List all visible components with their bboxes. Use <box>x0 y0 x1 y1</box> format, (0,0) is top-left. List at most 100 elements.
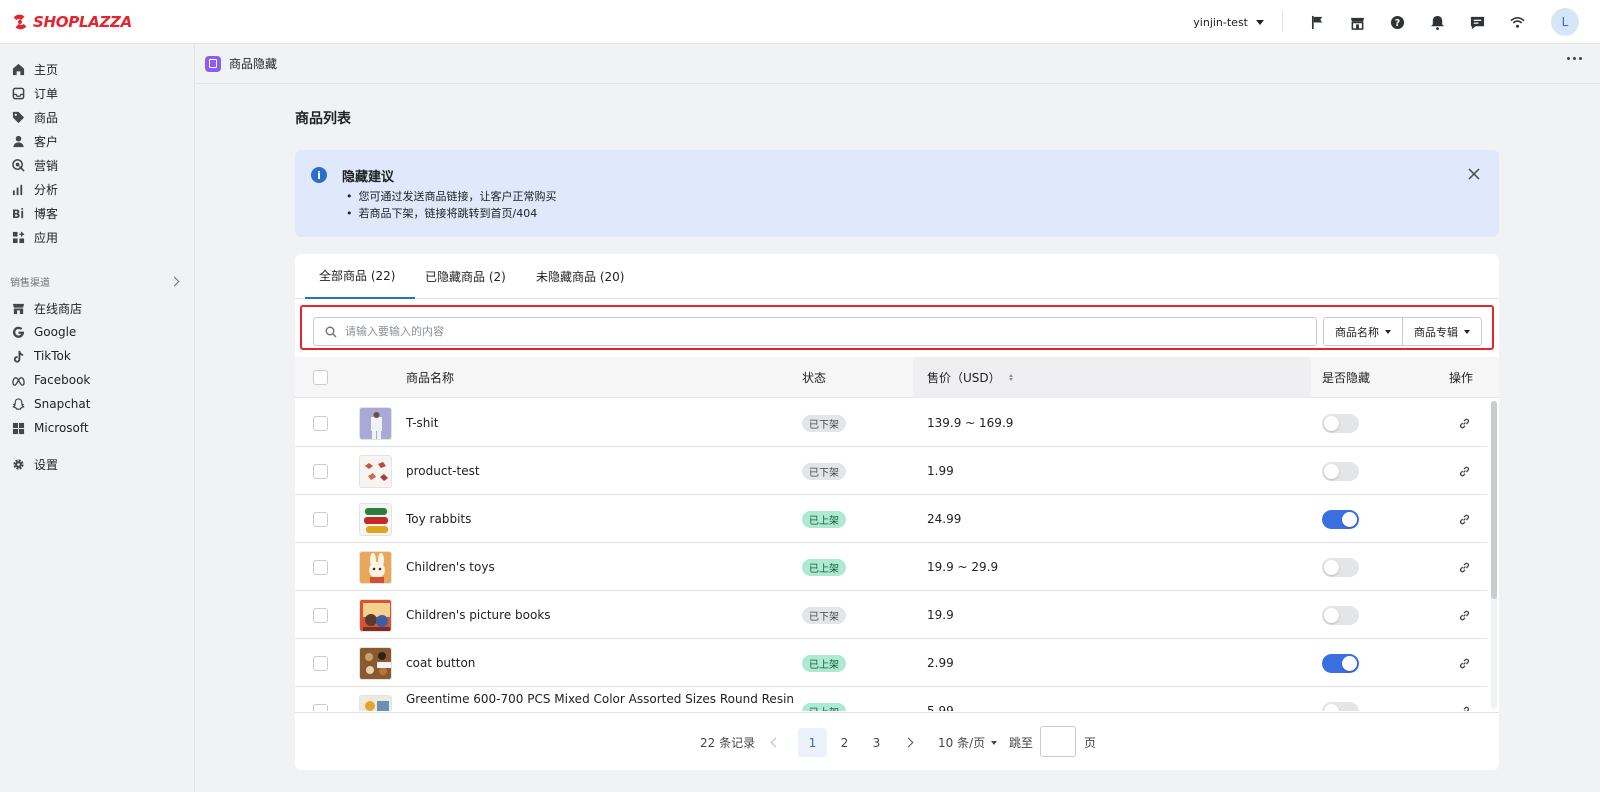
info-icon: i <box>311 167 327 183</box>
chevron-left-icon <box>770 737 781 748</box>
hide-toggle[interactable] <box>1322 461 1359 481</box>
row-checkbox[interactable] <box>313 639 328 687</box>
sidebar-item-analytics[interactable]: 分析 <box>0 177 194 201</box>
product-name[interactable]: Children's picture books <box>406 591 551 639</box>
page-header-title: 商品隐藏 <box>229 57 278 71</box>
search-input[interactable] <box>345 325 1247 338</box>
sidebar-item-products[interactable]: 商品 <box>0 105 194 129</box>
table-row: coat button 已上架 2.99 <box>295 639 1487 687</box>
sidebar-item-customers[interactable]: 客户 <box>0 129 194 153</box>
row-checkbox[interactable] <box>313 447 328 495</box>
help-icon[interactable]: ? <box>1377 0 1417 44</box>
row-checkbox[interactable] <box>313 591 328 639</box>
sidebar-item-google[interactable]: Google <box>0 320 194 344</box>
table-row: Children's picture books 已下架 19.9 <box>295 591 1487 639</box>
hide-toggle[interactable] <box>1322 557 1359 577</box>
tab-hidden-products[interactable]: 已隐藏商品 (2) <box>425 254 506 299</box>
sidebar-item-settings[interactable]: 设置 <box>0 452 194 476</box>
sales-channels-header[interactable]: 销售渠道 <box>0 270 194 292</box>
sidebar-item-orders[interactable]: 订单 <box>0 81 194 105</box>
row-checkbox[interactable] <box>313 399 328 447</box>
product-price: 24.99 <box>927 512 962 526</box>
more-options-icon[interactable] <box>1567 57 1582 60</box>
shoplazza-logo[interactable]: SHOPLAZZA <box>11 13 132 31</box>
sidebar-item-marketing[interactable]: 营销 <box>0 153 194 177</box>
link-icon[interactable] <box>1458 657 1471 670</box>
svg-text:B: B <box>12 208 20 220</box>
product-name[interactable]: Toy rabbits <box>406 495 471 543</box>
page-2[interactable]: 2 <box>830 728 859 757</box>
store-icon <box>12 303 25 314</box>
link-icon[interactable] <box>1458 513 1471 526</box>
tag-icon <box>12 111 25 123</box>
sidebar-item-microsoft[interactable]: Microsoft <box>0 416 194 440</box>
sidebar-item-tiktok[interactable]: TikTok <box>0 344 194 368</box>
store-switcher[interactable]: yinjin-test <box>1193 16 1264 29</box>
product-price: 2.99 <box>927 656 954 670</box>
tab-visible-products[interactable]: 未隐藏商品 (20) <box>536 254 624 299</box>
page-3[interactable]: 3 <box>862 728 891 757</box>
tiktok-icon <box>13 350 24 363</box>
store-icon[interactable] <box>1337 0 1377 44</box>
collection-filter[interactable]: 商品专辑 <box>1402 317 1482 346</box>
svg-text:?: ? <box>1394 17 1399 28</box>
wifi-icon[interactable] <box>1497 0 1537 44</box>
product-thumbnail <box>359 399 392 447</box>
table-row: product-test 已下架 1.99 <box>295 447 1487 495</box>
banner-item: 若商品下架，链接将跳转到首页/404 <box>346 205 557 222</box>
sidebar-item-facebook[interactable]: Facebook <box>0 368 194 392</box>
apps-icon <box>12 231 25 243</box>
page-1[interactable]: 1 <box>798 728 827 757</box>
table-row: T-shit 已下架 139.9 ~ 169.9 <box>295 399 1487 447</box>
hide-toggle[interactable] <box>1322 653 1359 673</box>
bell-icon[interactable] <box>1417 0 1457 44</box>
hide-toggle[interactable] <box>1322 701 1359 711</box>
table-scrollbar[interactable] <box>1491 401 1497 709</box>
page-suffix: 页 <box>1084 736 1097 750</box>
product-thumbnail <box>359 495 392 543</box>
table-row: Children's toys 已上架 19.9 ~ 29.9 <box>295 543 1487 591</box>
tab-all-products[interactable]: 全部商品 (22) <box>305 254 415 299</box>
hide-toggle[interactable] <box>1322 509 1359 529</box>
status-badge: 已上架 <box>802 702 846 711</box>
sidebar-item-home[interactable]: 主页 <box>0 57 194 81</box>
search-field[interactable] <box>313 317 1317 346</box>
jump-page-input[interactable] <box>1040 726 1076 757</box>
close-icon[interactable] <box>1468 168 1480 180</box>
row-checkbox[interactable] <box>313 687 328 711</box>
link-icon[interactable] <box>1458 609 1471 622</box>
hide-toggle[interactable] <box>1322 605 1359 625</box>
link-icon[interactable] <box>1458 561 1471 574</box>
prev-page-button[interactable] <box>761 728 790 757</box>
product-name[interactable]: product-test <box>406 447 480 495</box>
hide-toggle[interactable] <box>1322 413 1359 433</box>
sidebar-item-apps[interactable]: 应用 <box>0 225 194 249</box>
select-all-checkbox[interactable] <box>313 357 328 398</box>
search-icon <box>325 326 337 337</box>
chat-icon[interactable] <box>1457 0 1497 44</box>
next-page-button[interactable] <box>894 728 923 757</box>
page-size-select[interactable]: 10 条/页 <box>938 728 998 757</box>
product-price: 19.9 <box>927 608 954 622</box>
ghost-icon <box>12 397 25 410</box>
sidebar-item-snapchat[interactable]: Snapchat <box>0 392 194 416</box>
sort-icon[interactable] <box>1008 374 1013 381</box>
product-name-filter[interactable]: 商品名称 <box>1323 317 1403 346</box>
product-name[interactable]: Children's toys <box>406 543 495 591</box>
product-name[interactable]: Greentime 600-700 PCS Mixed Color Assort… <box>406 687 794 711</box>
row-checkbox[interactable] <box>313 495 328 543</box>
column-price[interactable]: 售价（USD） <box>927 357 1013 398</box>
link-icon[interactable] <box>1458 705 1471 712</box>
sidebar-item-online-store[interactable]: 在线商店 <box>0 296 194 320</box>
avatar[interactable]: L <box>1551 8 1579 36</box>
status-badge: 已下架 <box>802 414 846 432</box>
link-icon[interactable] <box>1458 465 1471 478</box>
link-icon[interactable] <box>1458 417 1471 430</box>
flag-icon[interactable] <box>1297 0 1337 44</box>
row-checkbox[interactable] <box>313 543 328 591</box>
sidebar-item-blog[interactable]: B 博客 <box>0 201 194 225</box>
product-thumbnail <box>359 639 392 687</box>
filter-bar: 商品名称 商品专辑 <box>300 305 1494 350</box>
product-name[interactable]: T-shit <box>406 399 438 447</box>
product-name[interactable]: coat button <box>406 639 475 687</box>
